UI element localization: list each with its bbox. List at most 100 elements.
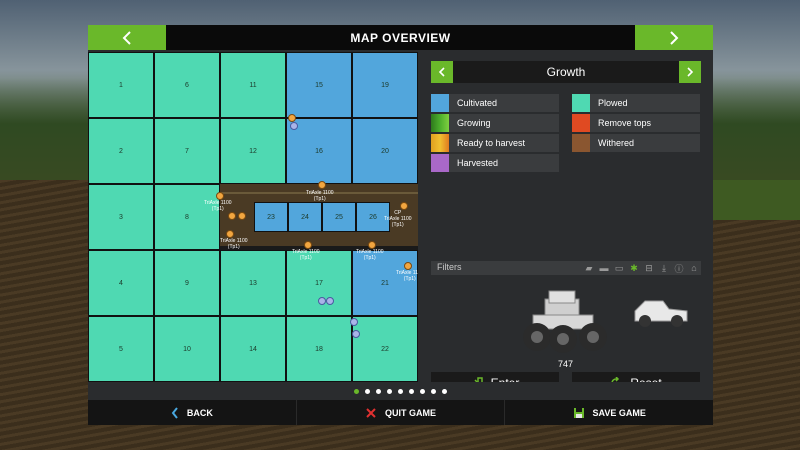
warning-icon[interactable]: ⓘ (673, 262, 685, 274)
filters-bar: Filters ▰ ▬ ▭ ✱ ⊟ ⤓ ⓘ ⌂ (431, 261, 701, 275)
vehicle-marker[interactable] (318, 297, 326, 305)
next-page-button[interactable] (635, 25, 713, 50)
legend-swatch (431, 114, 449, 132)
vehicle-marker[interactable] (216, 192, 224, 200)
save-label: SAVE GAME (592, 407, 646, 418)
vehicle-marker[interactable] (404, 262, 412, 270)
vehicle-marker[interactable] (290, 122, 298, 130)
farm-map[interactable]: 1 6 11 15 19 2 7 12 16 20 3 8 23 24 25 26 4 9 13 17 21 5 10 14 1… (88, 52, 418, 382)
download-icon[interactable]: ⤓ (658, 262, 670, 274)
vehicle-count: 747 (558, 359, 574, 369)
vehicle-label: TriAxle 1100(Tp1) (292, 249, 320, 261)
legend-harvested[interactable]: Harvested (431, 154, 559, 172)
legend-swatch (572, 134, 590, 152)
back-label: BACK (186, 407, 213, 418)
page-dot[interactable] (442, 388, 447, 394)
vehicle-marker[interactable] (304, 241, 312, 249)
field-2[interactable]: 2 (88, 118, 154, 184)
vehicle-marker[interactable] (228, 212, 236, 220)
prev-page-button[interactable] (88, 25, 166, 50)
field-9[interactable]: 9 (154, 250, 220, 316)
vehicle-marker[interactable] (288, 114, 296, 122)
field-5[interactable]: 5 (88, 316, 154, 382)
vehicle-marker[interactable] (368, 241, 376, 249)
map-mode-label: Growth (546, 65, 586, 79)
page-dot[interactable] (420, 388, 425, 394)
field-25[interactable]: 25 (322, 202, 356, 232)
legend-cultivated[interactable]: Cultivated (431, 94, 559, 112)
next-mode-button[interactable] (679, 61, 701, 83)
field-4[interactable]: 4 (88, 250, 154, 316)
page-indicator (88, 382, 713, 400)
content-area: 1 6 11 15 19 2 7 12 16 20 3 8 23 24 25 26 4 9 13 17 21 5 10 14 1… (88, 50, 713, 394)
page-dot[interactable] (398, 388, 403, 394)
chevron-left-icon (122, 30, 131, 45)
field-1[interactable]: 1 (88, 52, 154, 118)
footer-bar: BACK QUIT GAME SAVE GAME (88, 400, 713, 425)
vehicle-label: CP TriAxle 1100 (Tp1) (384, 210, 412, 228)
map-mode-selector: Growth (431, 61, 701, 83)
gear-icon[interactable]: ✱ (628, 262, 640, 274)
quit-game-button[interactable]: QUIT GAME (297, 400, 506, 425)
legend-label: Growing (457, 118, 491, 128)
vehicle-marker[interactable] (318, 181, 326, 189)
field-20[interactable]: 20 (352, 118, 418, 184)
vehicle-label: TriAxle 1100(Tp1) (204, 200, 232, 212)
field-12[interactable]: 12 (220, 118, 286, 184)
field-11[interactable]: 11 (220, 52, 286, 118)
truck-icon[interactable]: ▬ (598, 262, 610, 274)
legend-growing[interactable]: Growing (431, 114, 559, 132)
legend-remove-tops[interactable]: Remove tops (572, 114, 700, 132)
field-24[interactable]: 24 (288, 202, 322, 232)
chevron-left-icon (171, 406, 178, 419)
vehicle-label: TriAxle 1100(Tp1) (220, 238, 248, 250)
page-dot[interactable] (365, 388, 370, 394)
field-13[interactable]: 13 (220, 250, 286, 316)
page-dot[interactable] (354, 388, 359, 394)
field-14[interactable]: 14 (220, 316, 286, 382)
legend-swatch (431, 134, 449, 152)
tractor-icon[interactable]: ▰ (583, 262, 595, 274)
field-3[interactable]: 3 (88, 184, 154, 250)
building-icon[interactable]: ⌂ (688, 262, 700, 274)
field-7[interactable]: 7 (154, 118, 220, 184)
legend-plowed[interactable]: Plowed (572, 94, 700, 112)
page-dot[interactable] (387, 388, 392, 394)
vehicle-marker[interactable] (400, 202, 408, 210)
page-dot[interactable] (431, 388, 436, 394)
vehicle-marker[interactable] (352, 330, 360, 338)
legend-withered[interactable]: Withered (572, 134, 700, 152)
chevron-right-icon (670, 30, 679, 45)
legend-ready-to-harvest[interactable]: Ready to harvest (431, 134, 559, 152)
field-23[interactable]: 23 (254, 202, 288, 232)
field-18[interactable]: 18 (286, 316, 352, 382)
field-22[interactable]: 22 (352, 316, 418, 382)
trailer-icon[interactable]: ▭ (613, 262, 625, 274)
legend-label: Ready to harvest (457, 138, 526, 148)
tool-icon[interactable]: ⊟ (643, 262, 655, 274)
save-icon (573, 407, 584, 418)
vehicle-label: TriAxle 1100(Tp1) (306, 190, 334, 202)
map-overview-panel: MAP OVERVIEW 1 6 11 15 19 2 7 12 16 20 3 8 23 24 25 26 4… (88, 25, 713, 425)
prev-mode-button[interactable] (431, 61, 453, 83)
field-6[interactable]: 6 (154, 52, 220, 118)
page-dot[interactable] (376, 388, 381, 394)
vehicle-preview-tractor[interactable] (519, 287, 615, 357)
field-19[interactable]: 19 (352, 52, 418, 118)
legend-swatch (431, 94, 449, 112)
vehicle-marker[interactable] (350, 318, 358, 326)
back-button[interactable]: BACK (88, 400, 297, 425)
vehicle-preview-pickup[interactable] (631, 293, 691, 329)
page-dot[interactable] (409, 388, 414, 394)
filters-label: Filters (437, 262, 462, 272)
legend-label: Remove tops (598, 118, 652, 128)
field-8[interactable]: 8 (154, 184, 220, 250)
field-10[interactable]: 10 (154, 316, 220, 382)
save-game-button[interactable]: SAVE GAME (505, 400, 713, 425)
field-15[interactable]: 15 (286, 52, 352, 118)
vehicle-marker[interactable] (326, 297, 334, 305)
chevron-right-icon (687, 67, 694, 77)
vehicle-marker[interactable] (238, 212, 246, 220)
close-icon (366, 407, 376, 418)
vehicle-marker[interactable] (226, 230, 234, 238)
